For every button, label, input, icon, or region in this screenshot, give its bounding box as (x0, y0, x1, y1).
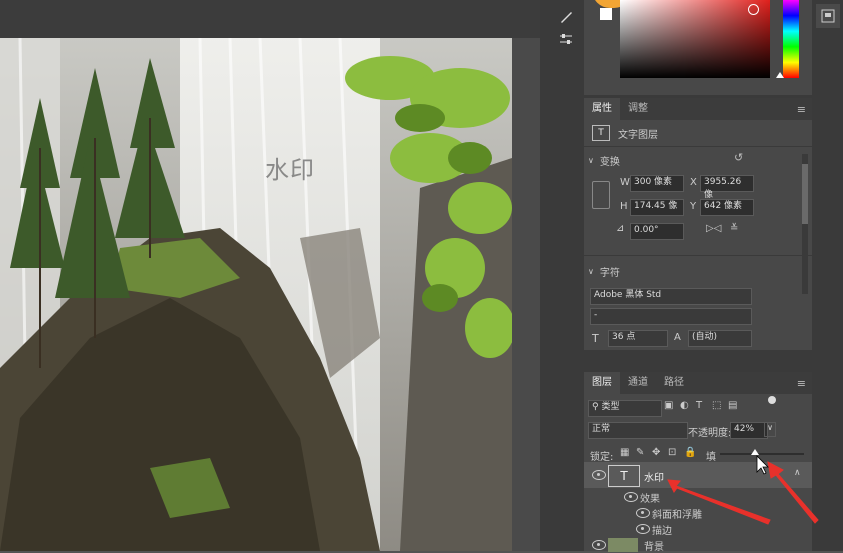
mouse-cursor-icon (756, 455, 769, 475)
red-arrow-icon (767, 461, 819, 524)
annotation-arrows (667, 455, 819, 525)
red-arrow-icon (667, 479, 771, 525)
